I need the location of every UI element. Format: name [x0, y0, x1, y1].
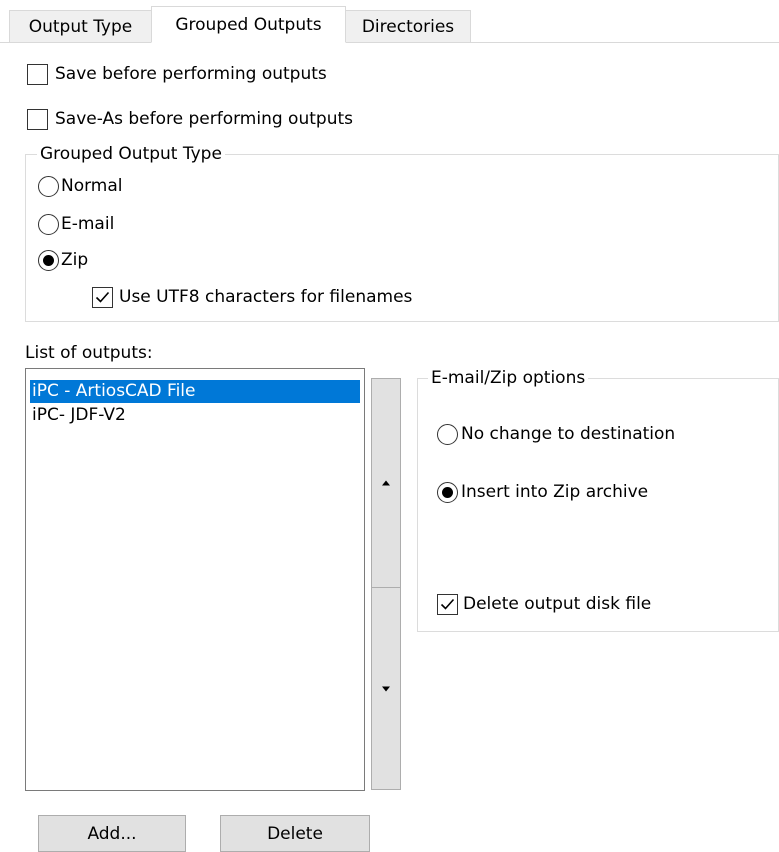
list-item[interactable]: iPC - ArtiosCAD File [30, 380, 360, 403]
radio-normal-label[interactable]: Normal [61, 175, 123, 197]
save-before-label[interactable]: Save before performing outputs [55, 63, 327, 85]
down-arrow-icon [382, 686, 390, 691]
outputs-listbox[interactable]: iPC - ArtiosCAD File iPC- JDF-V2 [25, 368, 365, 791]
move-down-button[interactable] [371, 587, 401, 790]
move-up-button[interactable] [371, 378, 401, 588]
delete-output-label[interactable]: Delete output disk file [463, 593, 651, 615]
checkmark-icon [440, 598, 455, 610]
radio-zip-label[interactable]: Zip [61, 249, 88, 271]
radio-no-change[interactable] [437, 424, 458, 445]
radio-selected-dot [43, 255, 54, 266]
delete-button-label: Delete [267, 823, 323, 844]
save-as-before-label[interactable]: Save-As before performing outputs [55, 108, 353, 130]
save-before-checkbox[interactable] [27, 64, 48, 85]
email-zip-options-title: E-mail/Zip options [428, 368, 589, 388]
radio-normal[interactable] [38, 176, 59, 197]
up-arrow-icon [382, 480, 390, 486]
add-button[interactable]: Add... [38, 815, 186, 852]
add-button-label: Add... [87, 823, 137, 844]
utf8-label[interactable]: Use UTF8 characters for filenames [119, 286, 412, 308]
delete-output-checkbox[interactable] [437, 594, 458, 615]
radio-email-label[interactable]: E-mail [61, 213, 114, 235]
tab-label: Output Type [28, 16, 133, 37]
radio-email[interactable] [38, 214, 59, 235]
tab-label: Directories [361, 16, 455, 37]
radio-no-change-label[interactable]: No change to destination [461, 423, 675, 445]
radio-insert-zip-label[interactable]: Insert into Zip archive [461, 481, 648, 503]
list-of-outputs-label: List of outputs: [25, 343, 153, 363]
radio-zip[interactable] [38, 250, 59, 271]
tab-grouped-outputs[interactable]: Grouped Outputs [151, 6, 346, 43]
list-item[interactable]: iPC- JDF-V2 [30, 404, 126, 427]
utf8-checkbox[interactable] [92, 287, 113, 308]
radio-insert-zip[interactable] [437, 482, 458, 503]
radio-selected-dot [442, 487, 453, 498]
checkmark-icon [95, 291, 110, 303]
tab-output-type[interactable]: Output Type [9, 10, 152, 43]
delete-button[interactable]: Delete [220, 815, 370, 852]
tab-directories[interactable]: Directories [345, 10, 471, 43]
grouped-output-type-title: Grouped Output Type [37, 144, 225, 164]
save-as-before-checkbox[interactable] [27, 109, 48, 130]
tab-label: Grouped Outputs [175, 14, 322, 35]
